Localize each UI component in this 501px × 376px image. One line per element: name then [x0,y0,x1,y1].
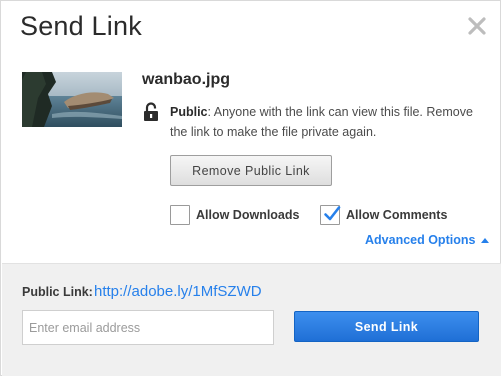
privacy-label: Public [170,105,208,119]
advanced-options-label: Advanced Options [365,233,476,247]
send-link-dialog: Send Link wanbao.jpg Public: Anyone with… [0,0,501,376]
allow-downloads-label: Allow Downloads [196,208,300,222]
advanced-options-toggle[interactable]: Advanced Options [365,233,490,247]
caret-up-icon [481,237,490,243]
dialog-title: Send Link [20,11,142,41]
privacy-text: : Anyone with the link can view this fil… [170,105,473,139]
image-thumbnail [22,72,122,127]
public-link-url[interactable]: http://adobe.ly/1MfSZWD [94,283,262,300]
allow-comments-label: Allow Comments [346,208,448,222]
allow-downloads-option[interactable]: Allow Downloads [170,205,299,225]
send-link-button[interactable]: Send Link [294,311,479,342]
close-icon[interactable] [466,15,488,37]
email-field[interactable] [22,310,274,345]
remove-public-link-button[interactable]: Remove Public Link [170,155,332,186]
allow-comments-option[interactable]: Allow Comments [320,205,447,225]
allow-comments-checkbox[interactable] [320,205,341,225]
privacy-description: Public: Anyone with the link can view th… [170,102,485,142]
unlocked-padlock-icon [142,102,160,122]
allow-downloads-checkbox[interactable] [170,205,190,225]
public-link-label: Public Link: [22,285,93,299]
file-name: wanbao.jpg [142,71,230,88]
checkmark-icon [324,206,341,221]
